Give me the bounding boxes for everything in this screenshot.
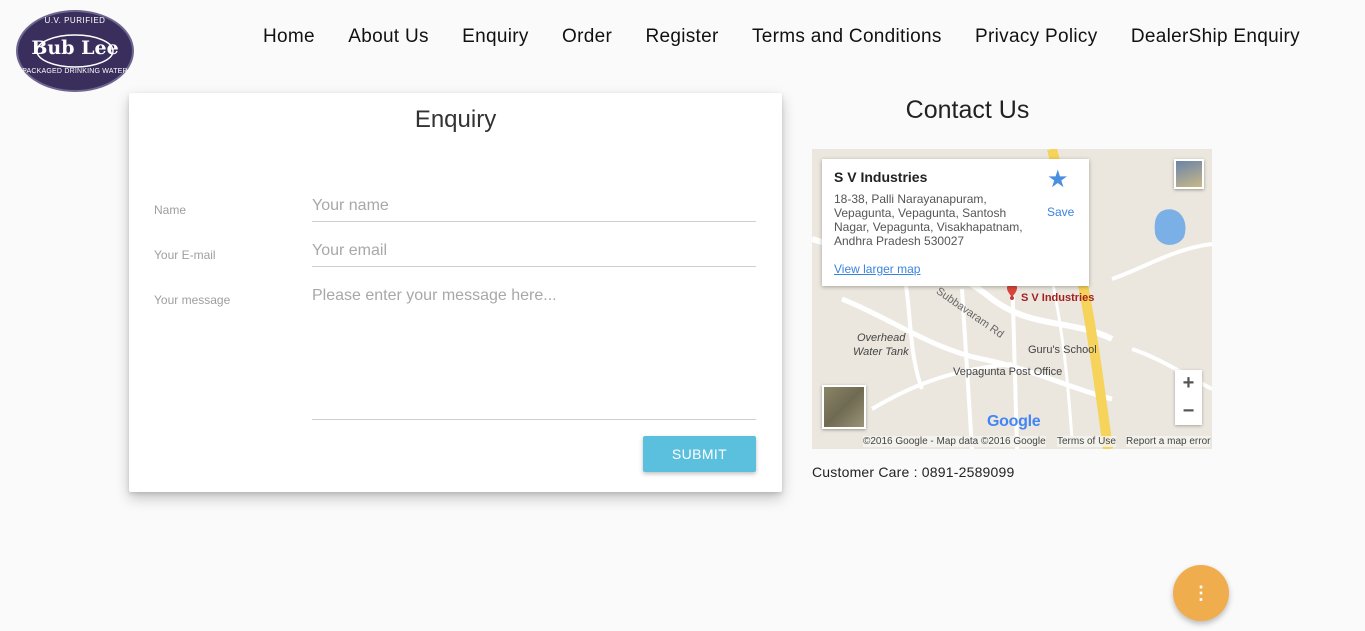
map-place-card: S V Industries 18-38, Palli Narayanapura… — [822, 159, 1089, 286]
main-nav: Home About Us Enquiry Order Register Ter… — [263, 24, 1300, 50]
customer-care-text: Customer Care : 0891-2589099 — [812, 464, 1015, 480]
enquiry-title: Enquiry — [414, 106, 497, 133]
map-place-name: S V Industries — [834, 169, 928, 185]
google-logo-text: Google — [987, 413, 1041, 430]
zoom-out-button[interactable]: − — [1175, 398, 1202, 425]
more-vertical-icon[interactable]: ⋮ — [1173, 565, 1229, 621]
map-label-post-office: Vepagunta Post Office — [953, 366, 1063, 378]
brand-logo[interactable]: U.V. PURIFIED Bub Lee PACKAGED DRINKING … — [16, 10, 134, 92]
logo-top-text: U.V. PURIFIED — [44, 16, 106, 25]
email-label: Your E-mail — [154, 248, 216, 262]
map-label-overhead: Overhead — [857, 332, 906, 344]
star-icon[interactable]: ★ — [1047, 165, 1069, 194]
map-report-error-link[interactable]: Report a map error — [1126, 436, 1211, 447]
map-save-button[interactable]: Save — [1047, 205, 1074, 219]
email-input[interactable] — [312, 242, 756, 267]
nav-register[interactable]: Register — [645, 24, 718, 50]
map-place-address: 18-38, Palli Narayanapuram, Vepagunta, V… — [834, 192, 1023, 248]
message-label: Your message — [154, 293, 231, 307]
map-zoom-control: + − — [1175, 370, 1202, 425]
nav-enquiry[interactable]: Enquiry — [462, 24, 529, 50]
message-textarea[interactable] — [312, 287, 756, 420]
nav-about-us[interactable]: About Us — [348, 24, 429, 50]
name-input[interactable] — [312, 197, 756, 222]
view-larger-map-link[interactable]: View larger map — [834, 262, 920, 276]
map-terms-link[interactable]: Terms of Use — [1057, 436, 1116, 447]
map-copyright: ©2016 Google - Map data ©2016 Google — [863, 436, 1046, 447]
nav-terms[interactable]: Terms and Conditions — [752, 24, 942, 50]
satellite-toggle-thumbnail[interactable] — [822, 385, 866, 429]
google-logo: Google — [987, 413, 1041, 431]
nav-dealership-enquiry[interactable]: DealerShip Enquiry — [1131, 24, 1300, 50]
nav-home[interactable]: Home — [263, 24, 315, 50]
name-label: Name — [154, 203, 187, 217]
map-pin-label: S V Industries — [1021, 292, 1095, 304]
map-label-water-tank: Water Tank — [853, 346, 909, 358]
logo-main-text: Bub Lee — [31, 37, 119, 59]
submit-button[interactable]: SUBMIT — [643, 436, 756, 472]
logo-bottom-text: PACKAGED DRINKING WATER — [22, 68, 128, 75]
zoom-in-button[interactable]: + — [1175, 370, 1202, 397]
nav-privacy[interactable]: Privacy Policy — [975, 24, 1097, 50]
map-label-school: Guru's School — [1028, 344, 1097, 356]
map-footer: ©2016 Google - Map data ©2016 Google Ter… — [812, 435, 1212, 449]
enquiry-card: Enquiry Name Your E-mail Your message SU… — [129, 93, 782, 492]
nav-order[interactable]: Order — [562, 24, 612, 50]
contact-title: Contact Us — [905, 96, 1030, 124]
street-view-thumbnail[interactable] — [1174, 159, 1204, 189]
embedded-map[interactable]: Overhead Water Tank Subbavaram Rd Guru's… — [812, 149, 1212, 449]
